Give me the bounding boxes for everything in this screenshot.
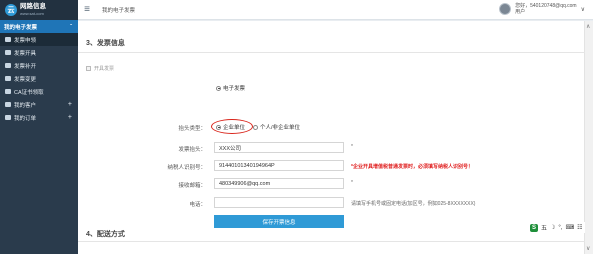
sidebar-item-label: 发票申领 <box>14 37 37 44</box>
highlight-annotation <box>211 119 253 134</box>
phone-input[interactable] <box>214 197 344 208</box>
section-title-invoice-info: 3、发票信息 <box>86 40 125 47</box>
sidebar-item-orders[interactable]: 我的订单 + <box>0 111 78 124</box>
sidebar: 云 网路信息 www.sat-com 我的电子发票 ˇ 发票申领 发票开具 发票… <box>0 0 78 254</box>
radio-label: 电子发票 <box>223 86 246 92</box>
keyboard-icon[interactable]: ⌨ <box>565 224 574 231</box>
sidebar-item-label: 发票补开 <box>14 63 37 70</box>
radio-electronic-invoice[interactable]: 电子发票 <box>216 84 245 92</box>
scroll-up-icon[interactable]: ∧ <box>586 23 590 30</box>
sidebar-group-my-invoices[interactable]: 我的电子发票 ˇ <box>0 20 78 33</box>
avatar <box>499 3 512 15</box>
punctuation-icon[interactable]: °, <box>558 225 562 231</box>
invoice-title-label: 发票抬头： <box>178 147 206 153</box>
logo[interactable]: 云 网路信息 www.sat-com <box>0 0 78 20</box>
expand-icon: + <box>67 101 72 108</box>
phone-label: 电话： <box>189 202 206 208</box>
user-menu[interactable]: 您好，540120748@qq.com 用户 ∨ <box>499 3 585 15</box>
document-icon <box>5 76 11 81</box>
sidebar-item-label: 发票变更 <box>14 76 37 83</box>
sidebar-item-ca[interactable]: CA证书领取 <box>0 85 78 98</box>
email-label: 接收邮箱： <box>178 183 206 189</box>
tax-id-label: 纳税人识别号： <box>167 165 206 171</box>
open-invoice-checkbox[interactable]: 开具发票 <box>86 65 114 72</box>
radio-icon <box>216 85 221 91</box>
chevron-down-icon: ∨ <box>580 6 585 13</box>
required-mark: * <box>351 180 353 186</box>
top-bar: ≡ 我的电子发票 您好，540120748@qq.com 用户 ∨ <box>78 0 593 20</box>
sidebar-item-customers[interactable]: 我的客户 + <box>0 98 78 111</box>
main-content: 3、发票信息 开具发票 电子发票 抬头类型： 企业单位 个人/非企业单位 发票抬… <box>78 21 593 254</box>
divider <box>78 241 585 242</box>
breadcrumb[interactable]: 我的电子发票 <box>102 6 135 14</box>
radio-personal[interactable]: 个人/非企业单位 <box>253 123 300 131</box>
sidebar-item-label: 我的客户 <box>14 102 37 109</box>
grid-icon[interactable]: ☷ <box>577 224 582 231</box>
certificate-icon <box>5 89 11 94</box>
ime-logo-icon[interactable]: S <box>530 223 538 232</box>
logo-sub: www.sat-com <box>20 11 44 16</box>
tax-id-warning: *企业开具增值税普通发票时，必须填写纳税人识别号！ <box>351 164 473 170</box>
email-input[interactable]: 480349906@qq.com <box>214 178 344 189</box>
phone-hint: 请填写手机号或固定电话(加区号，例如025-8XXXXXXX) <box>351 201 476 207</box>
checkbox-icon <box>86 66 91 71</box>
sidebar-group-label: 我的电子发票 <box>4 24 38 31</box>
sidebar-item-issue[interactable]: 发票开具 <box>0 46 78 59</box>
expand-icon: + <box>67 114 72 121</box>
sidebar-item-label: CA证书领取 <box>14 89 44 96</box>
save-invoice-info-button[interactable]: 保存开票信息 <box>214 215 344 228</box>
scroll-down-icon[interactable]: ∨ <box>586 245 590 252</box>
ime-mode[interactable]: 五 <box>541 223 547 232</box>
document-icon <box>5 63 11 68</box>
sidebar-item-change[interactable]: 发票变更 <box>0 72 78 85</box>
ime-toolbar[interactable]: S 五 ☽ °, ⌨ ☷ <box>528 222 585 233</box>
moon-icon[interactable]: ☽ <box>550 224 555 231</box>
document-icon <box>5 37 11 42</box>
folder-icon <box>5 115 11 120</box>
sidebar-item-label: 我的订单 <box>14 115 37 122</box>
user-role: 用户 <box>515 9 526 15</box>
sidebar-item-reissue[interactable]: 发票补开 <box>0 59 78 72</box>
tax-id-input[interactable]: 91440101340194964P <box>214 160 344 171</box>
section-title-delivery: 4、配送方式 <box>86 231 125 238</box>
logo-name: 网路信息 <box>20 3 46 10</box>
title-type-label: 抬头类型： <box>178 126 206 132</box>
folder-icon <box>5 102 11 107</box>
scrollbar[interactable]: ∧ ∨ <box>585 21 593 254</box>
sidebar-item-label: 发票开具 <box>14 50 37 57</box>
form-panel: 3、发票信息 开具发票 电子发票 抬头类型： 企业单位 个人/非企业单位 发票抬… <box>78 21 585 254</box>
document-icon <box>5 50 11 55</box>
sidebar-item-apply[interactable]: 发票申领 <box>0 33 78 46</box>
checkbox-label: 开具发票 <box>94 66 115 72</box>
divider <box>78 52 585 53</box>
radio-icon <box>253 124 258 130</box>
radio-label: 个人/非企业单位 <box>260 125 301 131</box>
required-mark: * <box>351 144 353 150</box>
chevron-down-icon: ˇ <box>70 23 72 30</box>
logo-icon: 云 <box>5 4 17 16</box>
invoice-title-input[interactable]: XXX公司 <box>214 142 344 153</box>
menu-icon[interactable]: ≡ <box>78 4 96 15</box>
